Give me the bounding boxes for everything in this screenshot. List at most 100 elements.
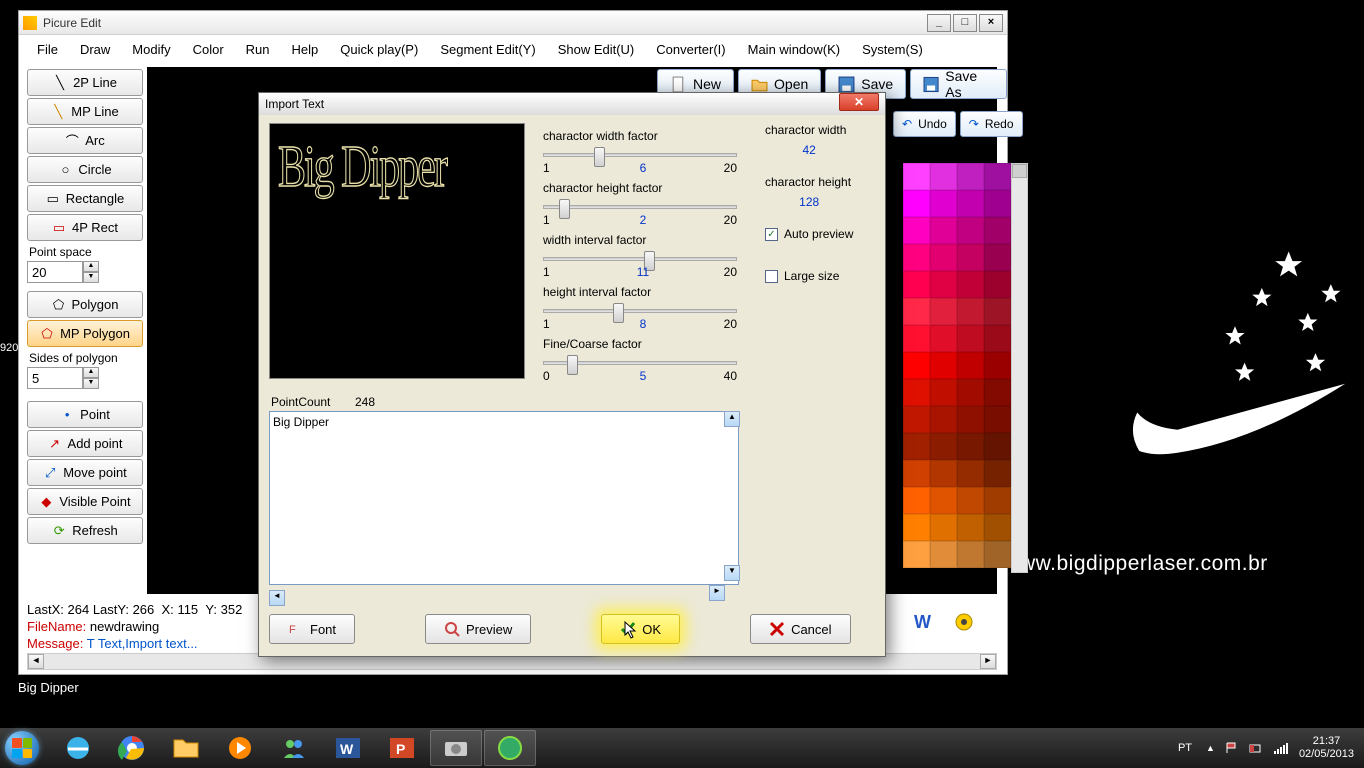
palette-color[interactable]: [903, 433, 930, 460]
palette-color[interactable]: [957, 163, 984, 190]
tool-arc[interactable]: ⌒Arc: [27, 127, 143, 154]
close-button[interactable]: ×: [979, 14, 1003, 32]
sides-polygon-up[interactable]: ▲: [83, 367, 99, 378]
palette-color[interactable]: [984, 460, 1011, 487]
palette-color[interactable]: [957, 190, 984, 217]
tool-rectangle[interactable]: ▭Rectangle: [27, 185, 143, 212]
w-icon[interactable]: W: [911, 610, 937, 634]
menu-system[interactable]: System(S): [852, 38, 933, 61]
palette-color[interactable]: [930, 325, 957, 352]
menu-mainwin[interactable]: Main window(K): [738, 38, 850, 61]
palette-color[interactable]: [930, 433, 957, 460]
task-other[interactable]: [484, 730, 536, 766]
maximize-button[interactable]: □: [953, 14, 977, 32]
palette-color[interactable]: [984, 271, 1011, 298]
tool-add-point[interactable]: ↗Add point: [27, 430, 143, 457]
palette-color[interactable]: [984, 433, 1011, 460]
palette-color[interactable]: [957, 244, 984, 271]
palette-color[interactable]: [957, 487, 984, 514]
palette-color[interactable]: [903, 487, 930, 514]
task-messenger[interactable]: [268, 730, 320, 766]
font-button[interactable]: FFont: [269, 614, 355, 644]
sides-polygon-down[interactable]: ▼: [83, 378, 99, 389]
menu-quickplay[interactable]: Quick play(P): [330, 38, 428, 61]
palette-color[interactable]: [957, 379, 984, 406]
auto-preview-checkbox[interactable]: ✓: [765, 228, 778, 241]
preview-button[interactable]: Preview: [425, 614, 531, 644]
flag-icon[interactable]: [1225, 741, 1239, 755]
textarea-scroll-right[interactable]: ►: [709, 585, 725, 601]
saveas-button[interactable]: Save As: [910, 69, 1007, 99]
tool-visible-point[interactable]: ◆Visible Point: [27, 488, 143, 515]
task-explorer[interactable]: [160, 730, 212, 766]
palette-color[interactable]: [957, 541, 984, 568]
palette-color[interactable]: [957, 352, 984, 379]
palette-color[interactable]: [930, 541, 957, 568]
palette-color[interactable]: [930, 163, 957, 190]
menu-segment[interactable]: Segment Edit(Y): [430, 38, 545, 61]
palette-color[interactable]: [903, 379, 930, 406]
palette-color[interactable]: [957, 217, 984, 244]
tray-clock[interactable]: 21:3702/05/2013: [1299, 735, 1354, 761]
textarea-scroll-left[interactable]: ◄: [269, 590, 285, 606]
palette-color[interactable]: [903, 514, 930, 541]
slider-chf[interactable]: [543, 205, 737, 209]
task-ie[interactable]: [52, 730, 104, 766]
palette-color[interactable]: [957, 325, 984, 352]
palette-color[interactable]: [957, 514, 984, 541]
palette-color[interactable]: [984, 541, 1011, 568]
point-space-down[interactable]: ▼: [83, 272, 99, 283]
menu-converter[interactable]: Converter(I): [646, 38, 735, 61]
task-chrome[interactable]: [106, 730, 158, 766]
menu-help[interactable]: Help: [282, 38, 329, 61]
palette-color[interactable]: [930, 217, 957, 244]
textarea-scroll-down[interactable]: ▼: [724, 565, 740, 581]
wifi-icon[interactable]: [1273, 741, 1289, 755]
palette-color[interactable]: [903, 298, 930, 325]
large-size-checkbox[interactable]: [765, 270, 778, 283]
palette-color[interactable]: [957, 406, 984, 433]
palette-color[interactable]: [984, 190, 1011, 217]
tool-mp-line[interactable]: ╲MP Line: [27, 98, 143, 125]
task-picture-edit[interactable]: [430, 730, 482, 766]
palette-color[interactable]: [903, 541, 930, 568]
palette-color[interactable]: [903, 325, 930, 352]
palette-color[interactable]: [984, 163, 1011, 190]
palette-scrollbar[interactable]: [1011, 163, 1028, 573]
palette-color[interactable]: [903, 163, 930, 190]
palette-color[interactable]: [957, 460, 984, 487]
palette-color[interactable]: [903, 190, 930, 217]
palette-color[interactable]: [903, 460, 930, 487]
point-space-input[interactable]: [27, 261, 83, 283]
tool-mp-polygon[interactable]: ⬠MP Polygon: [27, 320, 143, 347]
palette-color[interactable]: [984, 514, 1011, 541]
palette-color[interactable]: [984, 325, 1011, 352]
palette-color[interactable]: [984, 406, 1011, 433]
palette-color[interactable]: [984, 244, 1011, 271]
tool-refresh[interactable]: ⟳Refresh: [27, 517, 143, 544]
start-button[interactable]: [0, 728, 44, 768]
task-powerpoint[interactable]: P: [376, 730, 428, 766]
palette-color[interactable]: [903, 352, 930, 379]
palette-color[interactable]: [957, 271, 984, 298]
palette-color[interactable]: [930, 298, 957, 325]
tool-point[interactable]: •Point: [27, 401, 143, 428]
sides-polygon-input[interactable]: [27, 367, 83, 389]
palette-color[interactable]: [903, 217, 930, 244]
palette-color[interactable]: [930, 379, 957, 406]
palette-color[interactable]: [930, 514, 957, 541]
menu-draw[interactable]: Draw: [70, 38, 120, 61]
point-space-up[interactable]: ▲: [83, 261, 99, 272]
palette-color[interactable]: [957, 298, 984, 325]
task-media[interactable]: [214, 730, 266, 766]
redo-button[interactable]: ↷Redo: [960, 111, 1023, 137]
palette-color[interactable]: [984, 217, 1011, 244]
palette-color[interactable]: [903, 271, 930, 298]
textarea-scroll-up[interactable]: ▲: [724, 411, 740, 427]
undo-button[interactable]: ↶Undo: [893, 111, 956, 137]
menu-show[interactable]: Show Edit(U): [548, 38, 645, 61]
minimize-button[interactable]: _: [927, 14, 951, 32]
palette-color[interactable]: [930, 352, 957, 379]
menu-color[interactable]: Color: [183, 38, 234, 61]
dialog-close-button[interactable]: ✕: [839, 93, 879, 111]
